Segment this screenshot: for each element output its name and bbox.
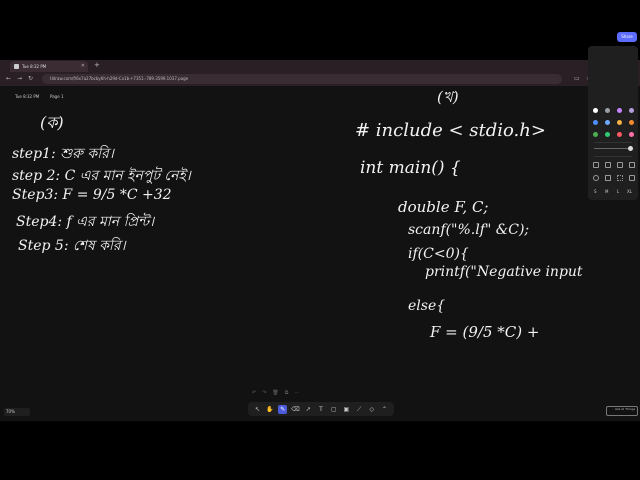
tool-bar: ↖ ✋ ✎ ⌫ ↗ T ▢ ▣ ⟋ ◇ ⌃: [248, 402, 394, 416]
arrow-tool-icon[interactable]: ↗: [304, 405, 313, 414]
color-swatch[interactable]: [617, 132, 622, 137]
dash-dotted-icon[interactable]: [617, 175, 623, 181]
size-l-button[interactable]: L: [617, 189, 619, 194]
time-label: Tue 8:32 PM: [15, 94, 40, 99]
select-tool-icon[interactable]: ↖: [253, 405, 262, 414]
history-controls: ↶ ↷ 🗑 ⧉ ⋯: [252, 390, 299, 396]
delete-icon[interactable]: 🗑: [272, 390, 278, 396]
duplicate-icon[interactable]: ⧉: [285, 390, 289, 396]
text-tool-icon[interactable]: T: [316, 405, 325, 414]
more-icon[interactable]: ⋯: [294, 390, 299, 396]
draw-tool-icon[interactable]: ✎: [278, 404, 288, 414]
color-swatch[interactable]: [605, 120, 610, 125]
opacity-slider-handle[interactable]: [628, 146, 633, 151]
size-s-button[interactable]: S: [594, 189, 597, 194]
favicon-icon: [14, 64, 19, 69]
fill-pattern-icon[interactable]: [629, 162, 635, 168]
back-icon[interactable]: ←: [6, 75, 11, 82]
help-button[interactable]: Ask AI Things: [606, 406, 638, 416]
shape-tool-icon[interactable]: ◇: [367, 405, 376, 414]
forward-icon[interactable]: →: [17, 75, 22, 82]
drawing-canvas[interactable]: Tue 8:32 PM Page 1: [0, 86, 640, 421]
opacity-slider[interactable]: [594, 148, 628, 149]
more-tools-icon[interactable]: ⌃: [380, 405, 389, 414]
cast-icon[interactable]: ▭: [574, 75, 580, 82]
color-swatch[interactable]: [593, 108, 598, 113]
color-swatch[interactable]: [617, 120, 622, 125]
hand-tool-icon[interactable]: ✋: [266, 405, 275, 414]
color-swatch[interactable]: [617, 108, 622, 113]
color-swatch[interactable]: [593, 132, 598, 137]
zoom-menu[interactable]: 70%: [4, 408, 30, 416]
undo-icon[interactable]: ↶: [252, 390, 256, 396]
image-tool-icon[interactable]: ▣: [342, 405, 351, 414]
dash-solid-icon[interactable]: [629, 175, 635, 181]
size-m-button[interactable]: M: [605, 189, 608, 194]
address-bar-row: ← → ↻ tldraw.com/f/6x7a27bcby6h-h29d-Cx1…: [0, 72, 640, 86]
color-swatch[interactable]: [593, 120, 598, 125]
address-input[interactable]: tldraw.com/f/6x7a27bcby6h-h29d-Cx1b-r-73…: [42, 74, 562, 84]
color-swatch[interactable]: [629, 132, 634, 137]
dash-dashed-icon[interactable]: [605, 175, 611, 181]
redo-icon[interactable]: ↷: [262, 390, 266, 396]
browser-window: Tue 8:32 PM ✕ + – □ ✕ ← → ↻ tldraw.com/f…: [0, 60, 640, 421]
fill-solid-icon[interactable]: [617, 162, 623, 168]
color-swatch[interactable]: [629, 108, 634, 113]
page-menu[interactable]: Page 1: [47, 93, 67, 101]
tab-title: Tue 8:32 PM: [22, 64, 47, 69]
eraser-tool-icon[interactable]: ⌫: [291, 405, 300, 414]
note-tool-icon[interactable]: ▢: [329, 405, 338, 414]
color-swatch[interactable]: [605, 132, 610, 137]
color-swatch[interactable]: [605, 108, 610, 113]
browser-tab[interactable]: Tue 8:32 PM ✕: [10, 61, 88, 72]
divider: [594, 142, 632, 143]
style-panel: S M L XL: [588, 46, 638, 200]
laser-tool-icon[interactable]: ⟋: [355, 405, 364, 414]
divider: [594, 156, 632, 157]
reload-icon[interactable]: ↻: [28, 75, 33, 82]
new-tab-icon[interactable]: +: [94, 61, 100, 69]
share-button[interactable]: Share: [617, 32, 637, 42]
fill-semi-icon[interactable]: [605, 162, 611, 168]
color-swatch[interactable]: [629, 120, 634, 125]
size-xl-button[interactable]: XL: [627, 189, 632, 194]
dash-draw-icon[interactable]: [593, 175, 599, 181]
tab-bar: Tue 8:32 PM ✕ + – □ ✕: [0, 60, 640, 72]
fill-none-icon[interactable]: [593, 162, 599, 168]
screen: Tue 8:32 PM ✕ + – □ ✕ ← → ↻ tldraw.com/f…: [0, 0, 640, 480]
close-icon[interactable]: ✕: [81, 63, 85, 69]
